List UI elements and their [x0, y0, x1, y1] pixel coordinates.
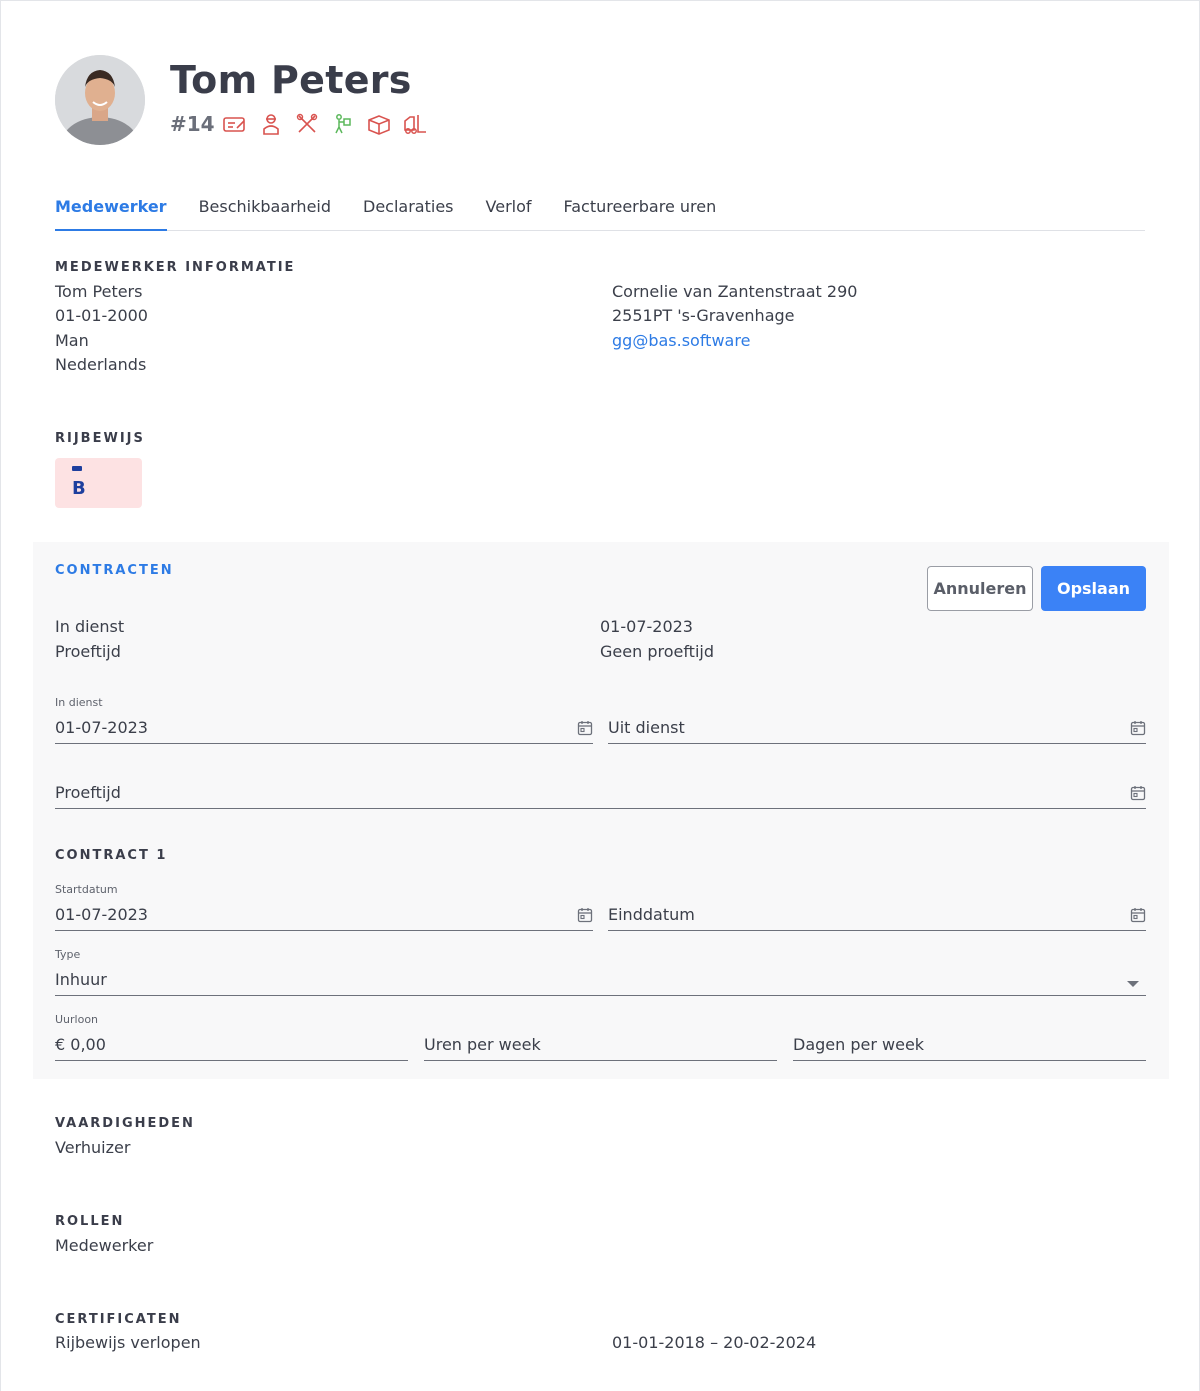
type-select[interactable]: Inhuur	[55, 966, 1146, 996]
employee-info-street: Cornelie van Zantenstraat 290	[612, 282, 858, 301]
contracts-heading: CONTRACTEN	[55, 563, 174, 578]
tab-bar: Medewerker Beschikbaarheid Declaraties V…	[55, 190, 1145, 231]
employee-info-name: Tom Peters	[55, 282, 143, 301]
eu-flag-icon	[72, 466, 82, 471]
certificates-heading: CERTIFICATEN	[55, 1312, 182, 1327]
tab-factureerbare-uren[interactable]: Factureerbare uren	[564, 190, 717, 231]
roles-heading: ROLLEN	[55, 1214, 125, 1229]
calendar-icon[interactable]	[1130, 720, 1146, 736]
calendar-icon[interactable]	[577, 907, 593, 923]
employee-info-nationality: Nederlands	[55, 355, 147, 374]
tab-verlof[interactable]: Verlof	[486, 190, 532, 231]
mover-icon	[330, 113, 356, 135]
in-service-date-field[interactable]: 01-07-2023	[55, 714, 593, 744]
type-label: Type	[55, 948, 81, 961]
end-date-placeholder: Einddatum	[608, 905, 695, 924]
summary-in-service-value: 01-07-2023	[600, 617, 693, 636]
id-card-icon	[222, 113, 248, 135]
type-value: Inhuur	[55, 970, 107, 989]
end-date-field[interactable]: Einddatum	[608, 901, 1146, 931]
start-date-value: 01-07-2023	[55, 905, 148, 924]
box-icon	[366, 113, 392, 135]
days-per-week-placeholder: Dagen per week	[793, 1035, 925, 1054]
employee-number: #14	[170, 112, 215, 136]
start-date-field[interactable]: 01-07-2023	[55, 901, 593, 931]
tab-declaraties[interactable]: Declaraties	[363, 190, 454, 231]
wage-field[interactable]: € 0,00	[55, 1031, 408, 1061]
start-date-label: Startdatum	[55, 883, 118, 896]
worker-icon	[258, 113, 284, 135]
wage-value: € 0,00	[55, 1035, 106, 1054]
forklift-icon	[402, 113, 428, 135]
employee-info-birthdate: 01-01-2000	[55, 306, 148, 325]
in-service-field-label: In dienst	[55, 696, 103, 709]
summary-in-service-label: In dienst	[55, 617, 125, 636]
save-button[interactable]: Opslaan	[1041, 566, 1146, 611]
tools-icon	[294, 113, 320, 135]
license-heading: RIJBEWIJS	[55, 431, 145, 446]
summary-probation-label: Proeftijd	[55, 642, 121, 661]
employee-name: Tom Peters	[170, 58, 412, 102]
calendar-icon[interactable]	[1130, 785, 1146, 801]
avatar	[55, 55, 145, 145]
out-service-date-field[interactable]: Uit dienst	[608, 714, 1146, 744]
certificate-period: 01-01-2018 – 20-02-2024	[612, 1333, 817, 1352]
hours-per-week-field[interactable]: Uren per week	[424, 1031, 777, 1061]
calendar-icon[interactable]	[1130, 907, 1146, 923]
wage-label: Uurloon	[55, 1013, 99, 1026]
out-service-placeholder: Uit dienst	[608, 718, 685, 737]
days-per-week-field[interactable]: Dagen per week	[793, 1031, 1146, 1061]
contract-1-heading: CONTRACT 1	[55, 848, 168, 863]
employee-email-link[interactable]: gg@bas.software	[612, 331, 750, 351]
chevron-down-icon[interactable]	[1126, 974, 1140, 987]
skills-value: Verhuizer	[55, 1138, 131, 1157]
probation-date-field[interactable]: Proeftijd	[55, 779, 1146, 809]
employee-info-city: 2551PT 's-Gravenhage	[612, 306, 795, 325]
certificate-name: Rijbewijs verlopen	[55, 1333, 201, 1352]
probation-placeholder: Proeftijd	[55, 783, 121, 802]
in-service-date-value: 01-07-2023	[55, 718, 148, 737]
hours-per-week-placeholder: Uren per week	[424, 1035, 541, 1054]
roles-value: Medewerker	[55, 1236, 154, 1255]
license-category: B	[72, 478, 86, 499]
license-badge: B	[55, 458, 142, 508]
skills-heading: VAARDIGHEDEN	[55, 1116, 195, 1131]
tab-beschikbaarheid[interactable]: Beschikbaarheid	[199, 190, 331, 231]
calendar-icon[interactable]	[577, 720, 593, 736]
skill-icons	[222, 113, 428, 135]
summary-probation-value: Geen proeftijd	[600, 642, 714, 661]
cancel-button[interactable]: Annuleren	[927, 566, 1033, 611]
employee-info-gender: Man	[55, 331, 89, 350]
tab-medewerker[interactable]: Medewerker	[55, 190, 167, 231]
employee-info-heading: MEDEWERKER INFORMATIE	[55, 260, 296, 275]
